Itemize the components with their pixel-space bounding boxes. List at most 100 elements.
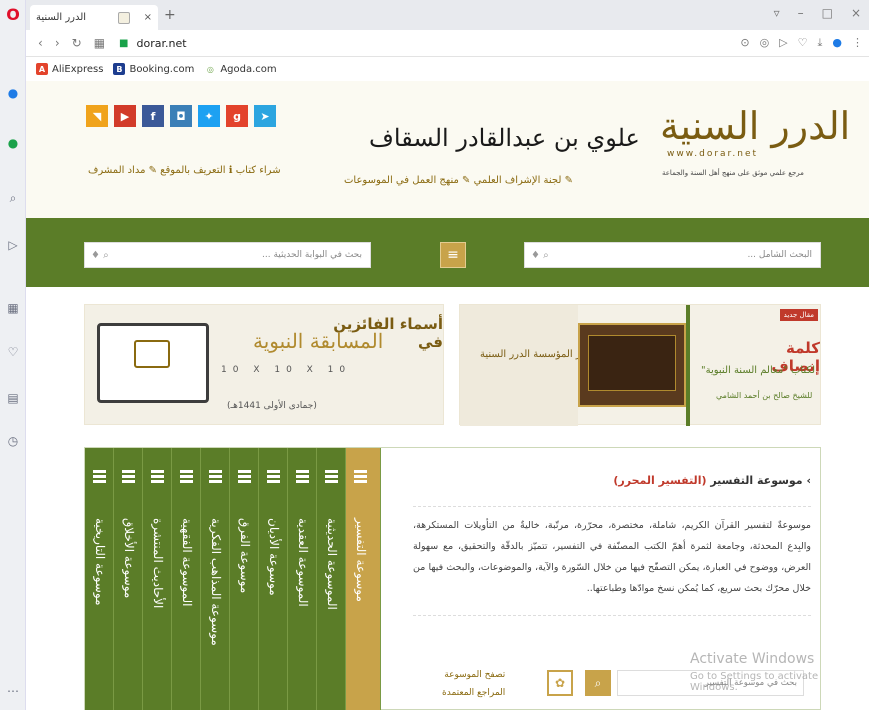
- opera-logo-icon[interactable]: O: [5, 5, 21, 24]
- bookmark-aliexpress[interactable]: A AliExpress: [36, 63, 103, 75]
- hadith-search-input[interactable]: بحث في البوابة الحديثية ... ⌕ ♦: [84, 242, 371, 268]
- winners-date: (جمادى الأولى 1441هـ): [227, 401, 317, 411]
- spine-history[interactable]: موسوعة التاريخية: [85, 448, 114, 710]
- wallet-icon[interactable]: ●: [832, 36, 842, 50]
- menu-button[interactable]: ≡: [440, 242, 466, 268]
- active-tab[interactable]: الدرر السنية ×: [30, 5, 158, 30]
- facebook-icon[interactable]: f: [142, 105, 164, 127]
- header-links-left[interactable]: شراء كتاب ℹ التعريف بالموقع ✎ مداد المشر…: [88, 165, 281, 176]
- reload-icon[interactable]: ↻: [72, 36, 82, 50]
- bookmarks-bar: A AliExpress B Booking.com ◎ Agoda.com: [26, 57, 869, 81]
- book-icon: [209, 470, 222, 483]
- lock-icon[interactable]: ■: [119, 38, 128, 49]
- download-icon[interactable]: ⤓: [818, 36, 823, 50]
- spine-aqeeda[interactable]: الموسوعة العقدية: [288, 448, 317, 710]
- whatsapp-icon[interactable]: ●: [5, 135, 21, 151]
- player-icon[interactable]: ▷: [5, 237, 21, 253]
- browse-encyclopedia-link[interactable]: تصفح الموسوعة: [442, 666, 505, 684]
- close-tab-icon[interactable]: ×: [144, 12, 152, 23]
- tab-bar: الدرر السنية × + ▿ – □ ×: [26, 0, 869, 30]
- book-icon: [93, 470, 106, 483]
- notes-icon[interactable]: ▤: [5, 390, 21, 406]
- spine-tafsir[interactable]: موسوعة التفسير: [346, 448, 381, 710]
- spine-label: موسوعة التاريخية: [93, 518, 107, 606]
- header-links-center[interactable]: ✎ لجنة الإشراف العلمي ✎ منهج العمل في ال…: [344, 175, 573, 186]
- global-search-input[interactable]: البحث الشامل ... ⌕ ♦: [524, 242, 821, 268]
- laptop-image: [97, 323, 209, 403]
- googleplus-icon[interactable]: g: [226, 105, 248, 127]
- hadith-search-placeholder: بحث في البوابة الحديثية ...: [262, 250, 362, 260]
- web-page: ◥ ▶ f ◘ ✦ g ➤ شراء كتاب ℹ التعريف بالموق…: [26, 81, 869, 710]
- spine-label: الموسوعة الفقهية: [180, 518, 194, 607]
- book-icon: [151, 470, 164, 483]
- spine-ideologies[interactable]: موسوعة المذاهب الفكرية: [201, 448, 230, 710]
- rss-icon[interactable]: ◥: [86, 105, 108, 127]
- divider: [686, 305, 690, 426]
- kalima-banner[interactable]: إصدار المؤسسة الدرر السنية مقال جديد كلم…: [459, 304, 821, 426]
- site-tagline: مرجع علمي موثق على منهج أهل السنة والجما…: [662, 169, 804, 177]
- heart-icon[interactable]: ♡: [5, 344, 21, 360]
- messenger-icon[interactable]: ●: [5, 85, 21, 101]
- encyclopedia-title: › موسوعة التفسير (التفسير المحرر): [613, 474, 811, 487]
- minimize-icon[interactable]: –: [798, 6, 804, 20]
- winners-banner[interactable]: أسماء الفائزين في المسابقة النبوية 10 X …: [84, 304, 444, 425]
- search-mic-icon[interactable]: ⌕ ♦: [91, 250, 109, 261]
- search-mic-icon[interactable]: ⌕ ♦: [531, 250, 549, 261]
- bookmark-booking[interactable]: B Booking.com: [113, 63, 194, 75]
- window-controls: ▿ – □ ×: [774, 6, 861, 20]
- telegram-icon[interactable]: ➤: [254, 105, 276, 127]
- aliexpress-icon: A: [36, 63, 48, 75]
- spine-hadith-spread[interactable]: الأحاديث المنتشرة: [143, 448, 172, 710]
- spine-label: موسوعة الأديان: [267, 518, 281, 596]
- shield-icon[interactable]: ♡: [798, 36, 808, 50]
- winners-subtitle: المسابقة النبوية: [253, 329, 384, 353]
- youtube-icon[interactable]: ▶: [114, 105, 136, 127]
- send-icon[interactable]: ▷: [779, 36, 787, 50]
- spine-label: موسوعة الفرق: [238, 518, 252, 594]
- forward-icon[interactable]: ›: [55, 36, 60, 50]
- spine-hadith[interactable]: الموسوعة الحديثية: [317, 448, 346, 710]
- spine-fiqh[interactable]: الموسوعة الفقهية: [172, 448, 201, 710]
- spine-sects[interactable]: موسوعة الفرق: [230, 448, 259, 710]
- site-logo[interactable]: الدرر السنية: [660, 104, 850, 148]
- close-window-icon[interactable]: ×: [851, 6, 861, 20]
- agoda-icon: ◎: [204, 63, 217, 75]
- book-icon: [122, 470, 135, 483]
- encyclopedia-spines: موسوعة التاريخية موسوعة الأخلاق الأحاديث…: [85, 448, 405, 710]
- new-tab-icon[interactable]: +: [164, 7, 176, 23]
- settings-button[interactable]: ✿: [547, 670, 573, 696]
- menu-icon[interactable]: ⋮: [852, 36, 863, 50]
- spine-label: الأحاديث المنتشرة: [151, 518, 165, 609]
- encyclopedia-title-highlight: (التفسير المحرر): [613, 474, 707, 487]
- activation-watermark-title: Activate Windows: [690, 651, 815, 667]
- snapshot-icon[interactable]: ⊙: [740, 36, 749, 50]
- search-button[interactable]: ⌕: [585, 670, 611, 696]
- tabs-grid-icon[interactable]: ▦: [94, 36, 105, 50]
- maximize-icon[interactable]: □: [822, 6, 833, 20]
- bookmark-label: AliExpress: [52, 63, 104, 75]
- address-bar: ‹ › ↻ ▦ ■ dorar.net ⊙ ◎ ▷ ♡ ⤓ ● ⋮: [26, 30, 869, 57]
- more-icon[interactable]: …: [5, 680, 21, 696]
- encyclopedia-description: موسوعةٌ لتفسير القرآن الكريم، شاملة، مخت…: [413, 506, 811, 616]
- url-field[interactable]: dorar.net: [136, 37, 186, 50]
- twitter-icon[interactable]: ✦: [198, 105, 220, 127]
- filter-icon[interactable]: ▿: [774, 6, 780, 20]
- speed-dial-icon[interactable]: ▦: [5, 300, 21, 316]
- vpn-icon[interactable]: ◎: [760, 36, 770, 50]
- history-icon[interactable]: ◷: [5, 433, 21, 449]
- spine-ethics[interactable]: موسوعة الأخلاق: [114, 448, 143, 710]
- instagram-icon[interactable]: ◘: [170, 105, 192, 127]
- booking-icon: B: [113, 63, 126, 75]
- search-icon[interactable]: ⌕: [5, 190, 21, 206]
- laptop-screen-logo: [134, 340, 170, 368]
- spine-religions[interactable]: موسوعة الأديان: [259, 448, 288, 710]
- spine-label: الموسوعة العقدية: [296, 518, 310, 607]
- bookmark-agoda[interactable]: ◎ Agoda.com: [204, 63, 277, 75]
- book-icon: [354, 470, 367, 483]
- book-icon: [325, 470, 338, 483]
- book-cover: [588, 335, 676, 391]
- references-link[interactable]: المراجع المعتمدة: [442, 684, 505, 702]
- address-actions: ⊙ ◎ ▷ ♡ ⤓ ● ⋮: [740, 36, 863, 50]
- back-icon[interactable]: ‹: [38, 36, 43, 50]
- book-icon: [267, 470, 280, 483]
